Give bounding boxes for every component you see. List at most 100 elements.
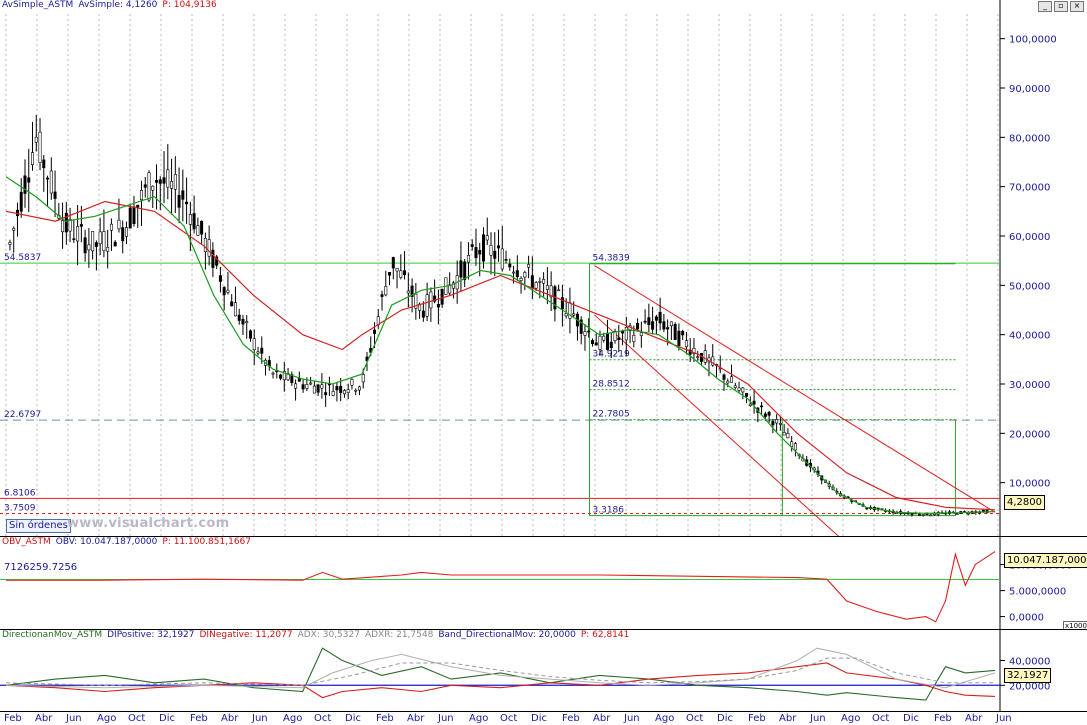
candle-body bbox=[162, 177, 166, 184]
candle-body bbox=[500, 248, 504, 270]
x-tick-label: Feb bbox=[4, 713, 22, 724]
channel-lower-line bbox=[594, 314, 839, 536]
obv-last-value-tag: 10.047.187,0000 bbox=[1004, 553, 1087, 568]
candle-body bbox=[534, 282, 538, 289]
candle-body bbox=[654, 316, 658, 321]
candle-body bbox=[211, 249, 215, 268]
candle-body bbox=[170, 181, 174, 189]
dmi-y-tick-label: 40,0000 bbox=[1009, 657, 1050, 668]
fib-level-label: 28.8512 bbox=[593, 380, 630, 390]
candle-body bbox=[752, 400, 756, 405]
obv-panel[interactable]: OBV_ASTM OBV: 10.047.187,0000 P: 11.100.85… bbox=[0, 536, 1087, 629]
candle-body bbox=[515, 270, 519, 278]
candle-body bbox=[245, 321, 249, 324]
candle-body bbox=[504, 259, 508, 261]
candle-body bbox=[76, 226, 80, 242]
candle-body bbox=[49, 170, 53, 194]
x-tick-label: Jun bbox=[810, 713, 826, 724]
x-tick-label: Dic bbox=[531, 713, 547, 724]
candle-body bbox=[373, 329, 377, 334]
candle-body bbox=[748, 403, 752, 406]
candle-body bbox=[230, 301, 234, 307]
candle-body bbox=[27, 177, 31, 183]
candle-body bbox=[339, 385, 343, 393]
candle-body bbox=[463, 261, 467, 281]
candle-body bbox=[741, 387, 745, 393]
candle-body bbox=[643, 320, 647, 323]
candle-body bbox=[478, 250, 482, 255]
price-panel[interactable]: AvSimple_ASTM AvSimple: 4,1260 P: 104,9136… bbox=[0, 0, 1087, 536]
dmi-series-adx bbox=[5, 647, 996, 689]
x-tick-label: Abr bbox=[221, 713, 239, 724]
x-tick-label: Dic bbox=[717, 713, 733, 724]
horizontal-level-label: 54.5837 bbox=[4, 253, 41, 263]
candle-body bbox=[252, 338, 256, 350]
candle-body bbox=[139, 190, 143, 201]
candle-body bbox=[233, 302, 237, 317]
candle-body bbox=[117, 219, 121, 230]
candle-body bbox=[530, 275, 534, 288]
candle-body bbox=[793, 443, 797, 451]
candle-body bbox=[572, 313, 576, 316]
candle-body bbox=[523, 272, 527, 278]
candle-body bbox=[331, 391, 335, 396]
candle-body bbox=[200, 220, 204, 235]
candle-body bbox=[636, 322, 640, 330]
x-tick-label: Oct bbox=[314, 713, 332, 724]
candle-body bbox=[155, 180, 159, 183]
candle-body bbox=[361, 374, 365, 383]
candle-body bbox=[181, 190, 185, 200]
candle-body bbox=[46, 177, 50, 180]
candle-body bbox=[72, 238, 76, 241]
dmi-panel[interactable]: DirectionanMov_ASTM DIPositive: 32,1927 DI… bbox=[0, 629, 1087, 712]
candle-body bbox=[185, 201, 189, 205]
obv-line bbox=[6, 551, 996, 623]
candle-body bbox=[23, 175, 27, 194]
candle-body bbox=[335, 386, 339, 391]
y-tick-label: 70,0000 bbox=[1009, 183, 1050, 194]
x-tick-label: Feb bbox=[934, 713, 952, 724]
horizontal-level-label: 6.8106 bbox=[4, 488, 36, 498]
y-tick-label: 10,0000 bbox=[1009, 479, 1050, 490]
candle-body bbox=[730, 376, 734, 383]
candle-body bbox=[384, 286, 388, 296]
candle-body bbox=[624, 327, 628, 341]
candle-body bbox=[602, 335, 606, 341]
candle-body bbox=[737, 387, 741, 391]
candle-body bbox=[61, 220, 65, 233]
candle-body bbox=[316, 384, 320, 393]
horizontal-level-label: 3.7509 bbox=[4, 504, 36, 514]
x-tick-label: Ago bbox=[655, 713, 675, 724]
x-tick-label: Oct bbox=[500, 713, 518, 724]
x-tick-label: Feb bbox=[190, 713, 208, 724]
candle-body bbox=[647, 317, 651, 325]
candle-body bbox=[981, 509, 985, 512]
candle-body bbox=[733, 385, 737, 388]
candle-body bbox=[132, 206, 136, 225]
candle-body bbox=[294, 383, 298, 389]
candle-body bbox=[512, 271, 516, 274]
sin-ordenes-button[interactable]: Sin órdenes bbox=[6, 519, 71, 533]
candle-body bbox=[166, 169, 170, 188]
candle-body bbox=[669, 321, 673, 327]
candle-body bbox=[966, 512, 970, 515]
x-axis: Feb Abr Jun Ago Oct Dic Feb Abr Jun Ago Oct Dic Feb A… bbox=[0, 711, 1087, 725]
x-tick-label: Ago bbox=[283, 713, 303, 724]
candle-body bbox=[594, 342, 598, 346]
candle-body bbox=[79, 224, 83, 227]
horizontal-level-label: 22.6797 bbox=[4, 410, 41, 420]
x-tick-label: Ago bbox=[97, 713, 117, 724]
y-tick-label: 80,0000 bbox=[1009, 133, 1050, 144]
candle-body bbox=[519, 277, 523, 281]
candle-body bbox=[639, 332, 643, 337]
candle-body bbox=[357, 386, 361, 391]
candle-body bbox=[151, 185, 155, 191]
y-tick-label: 100,0000 bbox=[1009, 35, 1057, 46]
candle-body bbox=[305, 384, 309, 389]
candle-body bbox=[260, 347, 264, 354]
fib-level-label: 54.3839 bbox=[593, 254, 630, 264]
candle-body bbox=[350, 379, 354, 386]
candle-body bbox=[31, 152, 35, 165]
candle-body bbox=[53, 191, 57, 199]
candle-body bbox=[324, 392, 328, 396]
